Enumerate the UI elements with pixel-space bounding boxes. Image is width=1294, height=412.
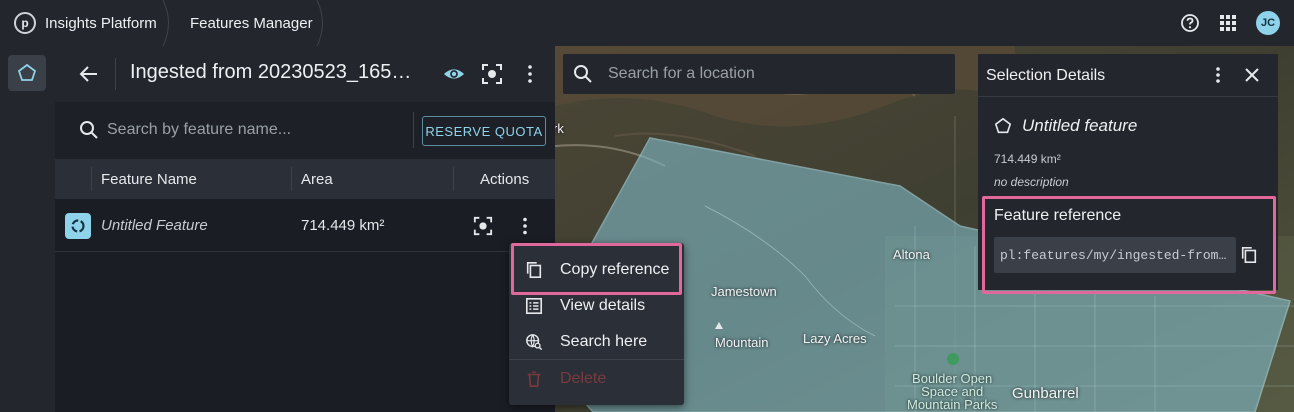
table-row[interactable]: Untitled Feature 714.449 km² <box>55 199 555 252</box>
arrow-back-icon[interactable] <box>79 64 99 84</box>
brand-name: Insights Platform <box>45 14 157 32</box>
table-header: Feature Name Area Actions <box>55 159 555 199</box>
left-rail <box>0 46 55 412</box>
menu-item-search-here[interactable]: Search here <box>509 324 684 360</box>
more-vert-icon[interactable] <box>520 63 540 85</box>
column-header-feature-name[interactable]: Feature Name <box>101 159 197 199</box>
help-icon[interactable] <box>1180 13 1200 33</box>
column-divider <box>453 167 454 191</box>
column-divider <box>91 167 92 191</box>
feature-name-cell: Untitled Feature <box>101 217 208 234</box>
features-panel: Ingested from 20230523_165… RESERVE QUOT… <box>55 46 555 412</box>
feature-search-input[interactable] <box>107 116 407 144</box>
map-label-mountain: Mountain <box>715 335 769 350</box>
column-divider <box>291 167 292 191</box>
map-label-altona: Altona <box>893 247 930 262</box>
polygon-icon <box>17 63 37 81</box>
selected-feature-description: no description <box>994 175 1069 189</box>
selected-feature-area: 714.449 km² <box>994 152 1061 166</box>
map-label-gunbarrel: Gunbarrel <box>1012 385 1079 402</box>
trash-icon <box>527 371 541 388</box>
more-vert-icon[interactable] <box>515 216 535 236</box>
focus-target-icon[interactable] <box>481 63 503 85</box>
more-vert-icon[interactable] <box>1208 65 1228 85</box>
menu-item-label: Delete <box>560 370 607 387</box>
column-header-actions: Actions <box>480 170 530 188</box>
breadcrumb-features-manager[interactable]: Features Manager <box>168 0 324 46</box>
globe-search-icon <box>526 334 543 351</box>
map-label-lazy-acres: Lazy Acres <box>803 331 867 346</box>
search-divider <box>413 112 414 148</box>
reserve-quota-button[interactable]: RESERVE QUOTA <box>422 116 546 146</box>
focus-target-icon[interactable] <box>473 216 493 236</box>
menu-item-label: Search here <box>560 333 648 350</box>
map-label-boulder-open-space: Boulder Open Space and Mountain Parks <box>907 372 997 411</box>
search-icon <box>574 65 592 83</box>
map-label-rk: rk <box>555 121 564 136</box>
menu-divider <box>509 359 684 360</box>
feature-reference-field[interactable]: pl:features/my/ingested-from-20230523_16… <box>994 237 1236 273</box>
header-divider <box>115 58 116 90</box>
selected-feature-header: Untitled feature <box>994 116 1137 136</box>
park-marker-icon <box>947 353 959 365</box>
selection-details-header: Selection Details <box>978 54 1278 97</box>
panel-header: Ingested from 20230523_165… <box>55 46 555 102</box>
park-label-line: Mountain Parks <box>907 397 998 412</box>
map-label-jamestown: Jamestown <box>711 284 777 299</box>
selection-details-title: Selection Details <box>986 67 1106 84</box>
location-search-bar <box>563 54 955 94</box>
feature-type-icon <box>65 213 91 239</box>
close-icon[interactable] <box>1242 65 1262 85</box>
page-title: Ingested from 20230523_165… <box>130 61 412 83</box>
menu-item-delete: Delete <box>509 361 684 397</box>
top-right-actions: JC <box>1180 0 1280 46</box>
feature-reference-label: Feature reference <box>994 207 1122 224</box>
selected-feature-name: Untitled feature <box>1022 116 1138 135</box>
column-header-area[interactable]: Area <box>301 159 333 199</box>
search-icon <box>80 121 98 139</box>
menu-item-label: View details <box>560 297 646 314</box>
location-search-input[interactable] <box>608 62 938 86</box>
polygon-icon <box>994 117 1012 134</box>
avatar[interactable]: JC <box>1256 11 1280 35</box>
breadcrumb-separator <box>316 0 328 46</box>
apps-grid-icon[interactable] <box>1218 13 1238 33</box>
feature-area-cell: 714.449 km² <box>301 217 385 234</box>
breadcrumb-label: Features Manager <box>190 14 313 32</box>
features-rail-button[interactable] <box>8 55 46 91</box>
feature-search-row: RESERVE QUOTA <box>55 102 555 159</box>
list-details-icon <box>525 297 543 315</box>
visibility-eye-icon[interactable] <box>443 63 465 85</box>
brand[interactable]: p Insights Platform <box>0 0 169 46</box>
copy-reference-highlight <box>511 243 682 295</box>
top-bar: p Insights Platform Features Manager JC <box>0 0 1294 46</box>
brand-logo-icon: p <box>14 12 36 34</box>
copy-icon[interactable] <box>1240 246 1258 264</box>
